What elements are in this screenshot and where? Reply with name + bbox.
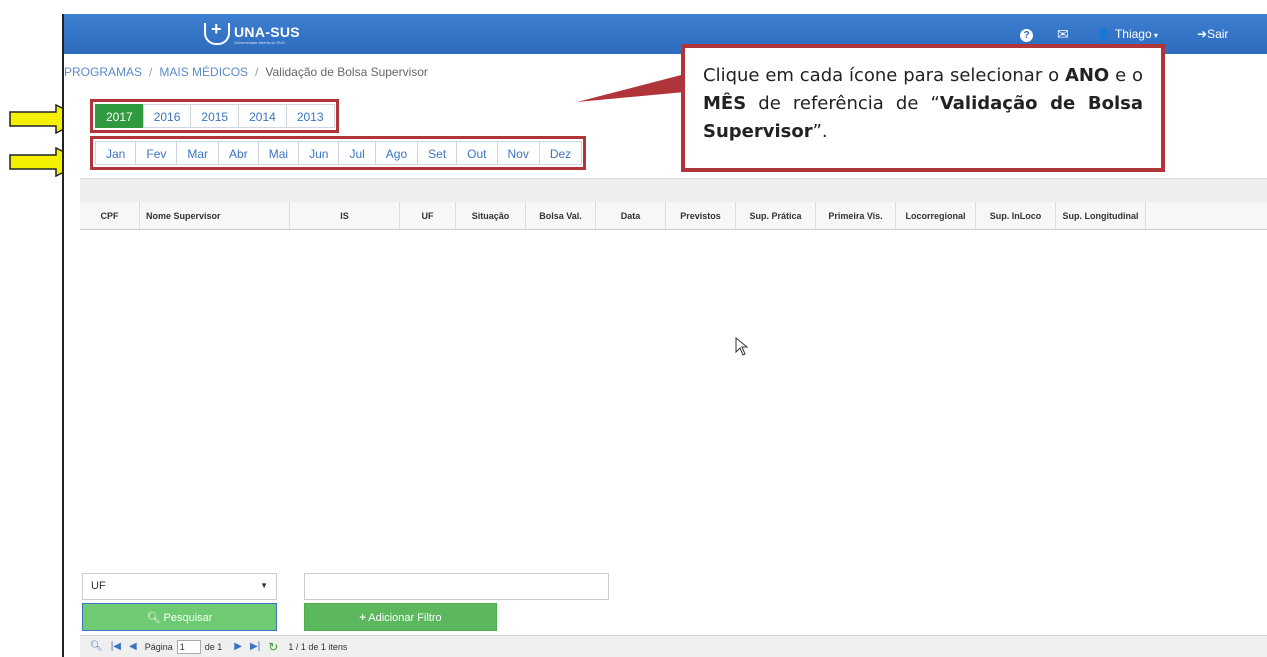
instruction-callout: Clique em cada ícone para selecionar o A… <box>681 44 1165 172</box>
year-tab-2016[interactable]: 2016 <box>142 104 192 128</box>
user-icon: 👤 <box>1096 27 1111 41</box>
breadcrumb: PROGRAMAS / MAIS MÉDICOS / Validação de Bols… <box>64 65 428 79</box>
user-name: Thiago <box>1114 27 1152 41</box>
year-tab-2017[interactable]: 2017 <box>95 104 144 128</box>
column-header[interactable]: Situação <box>456 202 526 229</box>
callout-ano: ANO <box>1064 65 1110 86</box>
month-tab-abr[interactable]: Abr <box>218 141 259 165</box>
caret-down-icon: ▼ <box>260 581 268 590</box>
search-icon: 🔍︎ <box>146 612 161 624</box>
column-header[interactable]: Nome Supervisor <box>140 202 290 229</box>
column-header[interactable]: Bolsa Val. <box>526 202 596 229</box>
filter-bar: UF ▼ <box>80 571 1267 601</box>
breadcrumb-mais-medicos[interactable]: MAIS MÉDICOS <box>159 65 248 79</box>
brand-subtitle: Universidade Aberta do SUS <box>234 39 285 45</box>
breadcrumb-programas[interactable]: PROGRAMAS <box>64 65 142 79</box>
month-tabs: Jan Fev Mar Abr Mai Jun Jul Ago Set Out Nov Dez <box>90 136 587 170</box>
callout-text-1: Clique em cada ícone para selecionar o <box>703 65 1065 86</box>
add-filter-button[interactable]: + Adicionar Filtro <box>304 603 497 631</box>
uf-select[interactable]: UF ▼ <box>82 573 277 600</box>
month-tab-mar[interactable]: Mar <box>176 141 220 165</box>
month-tab-fev[interactable]: Fev <box>135 141 178 165</box>
mouse-cursor-icon <box>735 337 749 356</box>
logout-icon: ➜ <box>1197 27 1208 41</box>
last-page-icon[interactable]: ▶| <box>250 641 260 652</box>
brand-name: UNA-SUS <box>234 23 300 40</box>
month-tab-mai[interactable]: Mai <box>257 141 300 165</box>
month-tab-jan[interactable]: Jan <box>95 141 137 165</box>
column-header[interactable]: Sup. Prática <box>736 202 816 229</box>
grid-toolbar <box>80 178 1267 202</box>
zoom-icon[interactable]: 🔍︎ <box>90 641 103 652</box>
column-header[interactable]: Previstos <box>666 202 736 229</box>
year-tab-2014[interactable]: 2014 <box>238 104 287 128</box>
page-label: Página <box>144 641 173 652</box>
una-sus-logo[interactable]: UNA-SUS Universidade Aberta do SUS <box>204 19 300 48</box>
plus-icon: + <box>359 612 366 624</box>
logout-label: Sair <box>1207 27 1229 41</box>
add-filter-label: Adicionar Filtro <box>368 612 442 624</box>
breadcrumb-current: Validação de Bolsa Supervisor <box>265 65 428 79</box>
callout-mes: MÊS <box>703 93 747 114</box>
month-tab-jun[interactable]: Jun <box>298 141 340 165</box>
items-count: 1 / 1 de 1 itens <box>288 641 348 652</box>
grid-header: CPF Nome Supervisor IS UF Situação Bolsa Val.… <box>80 202 1267 230</box>
year-tab-2015[interactable]: 2015 <box>190 104 240 128</box>
callout-pointer <box>577 74 685 102</box>
column-header[interactable]: UF <box>400 202 456 229</box>
column-header[interactable]: IS <box>290 202 400 229</box>
logout-link[interactable]: ➜Sair <box>1197 14 1228 54</box>
callout-text-4: ”. <box>812 121 828 142</box>
column-header[interactable]: CPF <box>80 202 140 229</box>
search-button-label: Pesquisar <box>163 612 213 624</box>
column-header[interactable]: Sup. InLoco <box>976 202 1056 229</box>
first-page-icon[interactable]: |◀ <box>111 641 121 652</box>
una-sus-logo-icon <box>204 19 230 45</box>
column-header[interactable]: Data <box>596 202 666 229</box>
callout-text-2: e o <box>1109 65 1144 86</box>
column-header[interactable]: Primeira Vis. <box>816 202 896 229</box>
callout-text-3: de referência de “ <box>746 93 940 114</box>
month-tab-dez[interactable]: Dez <box>538 141 583 165</box>
year-tab-2013[interactable]: 2013 <box>285 104 335 128</box>
search-button[interactable]: 🔍︎ Pesquisar <box>82 603 277 631</box>
month-tab-nov[interactable]: Nov <box>496 141 540 165</box>
month-tab-set[interactable]: Set <box>417 141 458 165</box>
next-page-icon[interactable]: ▶ <box>234 641 242 652</box>
chevron-down-icon: ▾ <box>1151 31 1158 40</box>
filter-input[interactable] <box>304 573 609 600</box>
year-tabs: 2017 2016 2015 2014 2013 <box>90 99 339 133</box>
month-tab-jul[interactable]: Jul <box>338 141 376 165</box>
uf-select-value: UF <box>91 580 106 592</box>
month-tab-ago[interactable]: Ago <box>374 141 419 165</box>
page-total: de 1 <box>204 641 223 652</box>
prev-page-icon[interactable]: ◀ <box>129 641 137 652</box>
column-header[interactable]: Locorregional <box>896 202 976 229</box>
page-input[interactable]: 1 <box>176 639 201 654</box>
month-tab-out[interactable]: Out <box>456 141 498 165</box>
refresh-icon[interactable]: ↻ <box>268 640 278 654</box>
pager: 🔍︎ |◀ ◀ Página 1 de 1 ▶ ▶| ↻ 1 / 1 de 1 … <box>80 635 1267 657</box>
column-header[interactable]: Sup. Longitudinal <box>1056 202 1146 229</box>
